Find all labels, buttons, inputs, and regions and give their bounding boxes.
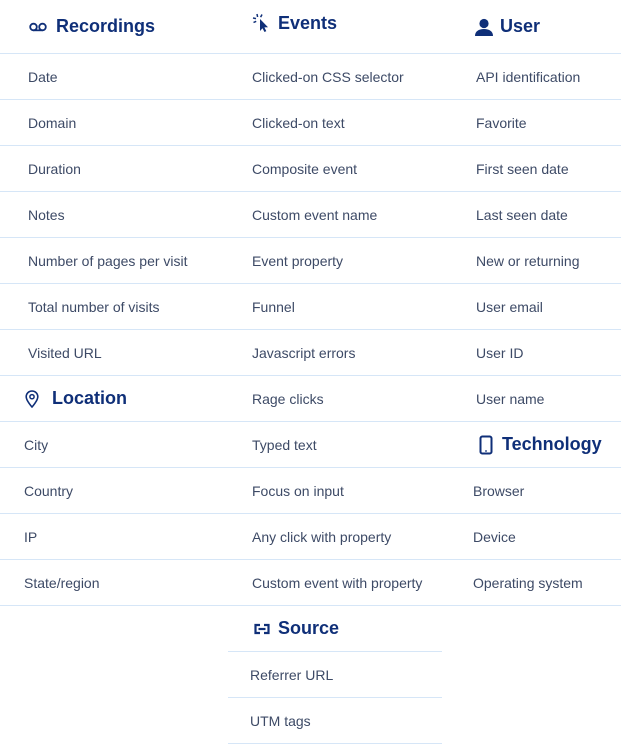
user-title: User: [500, 16, 541, 36]
filter-item[interactable]: Custom event with property: [228, 560, 444, 606]
events-title: Events: [278, 13, 338, 33]
section-technology: Technology Browser Device Operating syst…: [444, 422, 621, 606]
column-middle: Events Clicked-on CSS selector Clicked-o…: [228, 0, 444, 744]
user-icon: [474, 17, 494, 37]
filter-item[interactable]: IP: [0, 514, 228, 560]
user-header: User: [444, 0, 621, 54]
filter-item[interactable]: User name: [444, 376, 621, 422]
filter-item[interactable]: UTM tags: [228, 698, 442, 744]
recordings-title: Recordings: [56, 16, 156, 36]
filter-item[interactable]: Clicked-on CSS selector: [228, 54, 444, 100]
events-header: Events: [228, 0, 444, 54]
filter-item[interactable]: Last seen date: [444, 192, 621, 238]
filter-item[interactable]: Any click with property: [228, 514, 444, 560]
smartphone-icon: [476, 435, 496, 455]
filter-item[interactable]: First seen date: [444, 146, 621, 192]
filter-item[interactable]: City: [0, 422, 228, 468]
recordings-header: Recordings: [0, 0, 228, 54]
filter-item[interactable]: Composite event: [228, 146, 444, 192]
location-title: Location: [52, 388, 127, 408]
cursor-click-icon: [252, 13, 272, 33]
filter-item[interactable]: Number of pages per visit: [0, 238, 228, 284]
filter-item[interactable]: User email: [444, 284, 621, 330]
filter-item[interactable]: Favorite: [444, 100, 621, 146]
section-events: Events Clicked-on CSS selector Clicked-o…: [228, 0, 444, 606]
section-user: User API identification Favorite First s…: [444, 0, 621, 422]
source-title: Source: [278, 618, 340, 638]
filter-item[interactable]: State/region: [0, 560, 228, 606]
filter-item[interactable]: User ID: [444, 330, 621, 376]
filter-item[interactable]: Clicked-on text: [228, 100, 444, 146]
filter-item[interactable]: Focus on input: [228, 468, 444, 514]
voicemail-icon: [28, 17, 48, 37]
filter-item[interactable]: Javascript errors: [228, 330, 444, 376]
filter-item[interactable]: Referrer URL: [228, 652, 442, 698]
link-icon: [252, 619, 272, 639]
filter-item[interactable]: Visited URL: [0, 330, 228, 376]
source-header: Source: [228, 606, 442, 652]
column-right: User API identification Favorite First s…: [444, 0, 621, 606]
technology-title: Technology: [502, 434, 602, 454]
section-location: Location City Country IP State/region: [0, 376, 228, 606]
filter-item[interactable]: New or returning: [444, 238, 621, 284]
filter-item[interactable]: Device: [444, 514, 621, 560]
filter-item[interactable]: Operating system: [444, 560, 621, 606]
location-header: Location: [0, 376, 228, 422]
filter-item[interactable]: API identification: [444, 54, 621, 100]
filter-item[interactable]: Funnel: [228, 284, 444, 330]
section-source: Source Referrer URL UTM tags: [228, 606, 442, 744]
filter-item[interactable]: Browser: [444, 468, 621, 514]
filter-item[interactable]: Notes: [0, 192, 228, 238]
filter-item[interactable]: Duration: [0, 146, 228, 192]
filter-item[interactable]: Total number of visits: [0, 284, 228, 330]
filter-item[interactable]: Custom event name: [228, 192, 444, 238]
filter-item[interactable]: Event property: [228, 238, 444, 284]
column-left: Recordings Date Domain Duration Notes Nu…: [0, 0, 228, 606]
filter-item[interactable]: Country: [0, 468, 228, 514]
section-recordings: Recordings Date Domain Duration Notes Nu…: [0, 0, 228, 376]
filter-item[interactable]: Typed text: [228, 422, 444, 468]
filter-item[interactable]: Date: [0, 54, 228, 100]
map-pin-icon: [22, 389, 42, 409]
filter-item[interactable]: Rage clicks: [228, 376, 444, 422]
filter-item[interactable]: Domain: [0, 100, 228, 146]
technology-header: Technology: [444, 422, 621, 468]
